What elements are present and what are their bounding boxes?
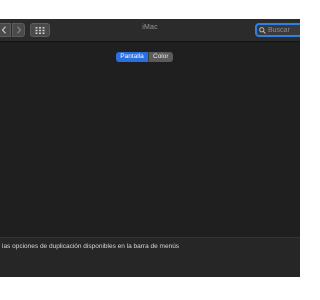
tab-color[interactable]: Color xyxy=(148,52,173,62)
tab-control: Pantalla Color xyxy=(116,52,173,62)
preferences-window: iMac Pantalla Color las opciones de dupl… xyxy=(0,19,300,277)
title-bar: iMac xyxy=(0,19,300,42)
mirroring-options-bar: las opciones de duplicación disponibles … xyxy=(0,237,300,277)
search-icon xyxy=(259,21,266,39)
search-input[interactable] xyxy=(267,26,300,34)
mirroring-options-label: las opciones de duplicación disponibles … xyxy=(2,243,180,250)
content-area xyxy=(0,62,300,252)
search-field[interactable] xyxy=(255,23,300,37)
tab-pantalla[interactable]: Pantalla xyxy=(116,52,148,62)
